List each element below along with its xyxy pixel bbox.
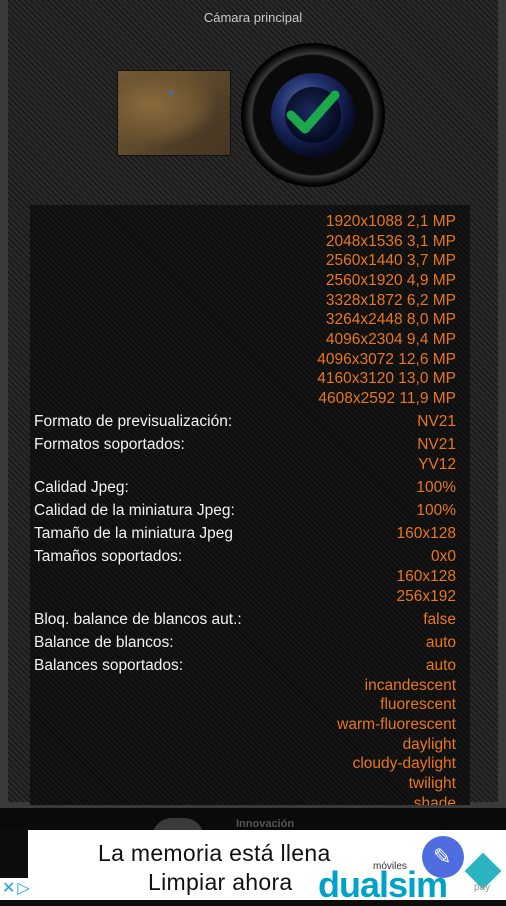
adchoices-play-icon[interactable]: ▷ [15,880,29,897]
thumb-quality-row: Calidad de la miniatura Jpeg: 100% [30,502,470,522]
supported-formats-row: YV12 [30,456,470,476]
resolution-row: 3328x1872 6,2 MP [30,292,470,312]
supported-wb-value: daylight [402,736,456,753]
resolution-row: 4608x2592 11,9 MP [30,390,470,410]
resolution-value: 4160x3120 13,0 MP [317,370,456,387]
preview-format-value: NV21 [417,413,456,430]
supported-size-value: 256x192 [396,588,456,605]
resolution-value: 2560x1920 4,9 MP [325,272,456,289]
supported-wb-row: warm-fluorescent [30,716,470,736]
resolution-value: 4096x2304 9,4 MP [325,331,456,348]
supported-wb-value: twilight [408,775,456,792]
thumb-size-label: Tamaño de la miniatura Jpeg [34,525,234,542]
resolution-row: 3264x2448 8,0 MP [30,311,470,331]
resolution-row: 4160x3120 13,0 MP [30,370,470,390]
camera-lens-check-icon[interactable] [243,45,383,185]
supported-formats-label: Formatos soportados: [34,436,185,453]
supported-wb-row: fluorescent [30,696,470,716]
resolution-value: 1920x1088 2,1 MP [325,213,456,230]
resolution-value: 2560x1440 3,7 MP [325,252,456,269]
supported-wb-value: shade [413,795,456,805]
supported-wb-value: incandescent [364,677,456,694]
supported-wb-row: cloudy-daylight [30,755,470,775]
resolution-row: 2560x1920 4,9 MP [30,272,470,292]
thumb-quality-label: Calidad de la miniatura Jpeg: [34,502,235,519]
preview-format-row: Formato de previsualización: NV21 [30,413,470,433]
cleaner-brush-icon[interactable]: ✎ [422,836,464,878]
resolution-row: 1920x1088 2,1 MP [30,213,470,233]
supported-size-value: 0x0 [431,548,456,565]
supported-wb-row: daylight [30,736,470,756]
supported-wb-value: fluorescent [380,696,456,713]
supported-sizes-row: 256x192 [30,588,470,608]
brush-glyph-icon: ✎ [433,844,452,869]
supported-wb-label: Balances soportados: [34,657,184,674]
resolution-row: 2048x1536 3,1 MP [30,233,470,253]
thumb-quality-value: 100% [416,502,456,519]
awb-lock-value: false [423,611,456,628]
supported-wb-value: cloudy-daylight [352,755,456,772]
supported-wb-row: Balances soportados: auto [30,657,470,677]
resolution-row: 4096x3072 12,6 MP [30,351,470,371]
jpeg-quality-value: 100% [416,479,456,496]
resolution-row: 2560x1440 3,7 MP [30,252,470,272]
camera-properties-panel[interactable]: 1920x1088 2,1 MP 2048x1536 3,1 MP 2560x1… [30,205,470,805]
check-icon [286,90,340,134]
supported-wb-row: incandescent [30,677,470,697]
close-x-icon[interactable]: ✕ [0,880,15,897]
supported-formats-row: Formatos soportados: NV21 [30,436,470,456]
page-title: Cámara principal [203,10,303,25]
supported-wb-value: auto [425,657,456,674]
supported-format-value: NV21 [417,436,456,453]
supported-format-value: YV12 [418,456,456,473]
preview-format-label: Formato de previsualización: [34,413,233,430]
jpeg-quality-label: Calidad Jpeg: [34,479,129,496]
white-balance-row: Balance de blancos: auto [30,634,470,654]
supported-sizes-label: Tamaños soportados: [34,548,183,565]
resolution-value: 4096x3072 12,6 MP [317,351,456,368]
resolution-value: 3264x2448 8,0 MP [325,311,456,328]
ad-pay-text: pay [474,882,491,893]
bottom-brand-strip: Innovación [0,808,506,838]
ad-line-1[interactable]: La memoria está llena [98,840,331,867]
supported-wb-value: warm-fluorescent [337,716,456,733]
resolution-value: 3328x1872 6,2 MP [325,292,456,309]
supported-size-value: 160x128 [396,568,456,585]
resolution-value: 4608x2592 11,9 MP [318,390,456,407]
thumb-size-value: 160x128 [396,525,456,542]
white-balance-value: auto [425,634,456,651]
thumb-size-row: Tamaño de la miniatura Jpeg 160x128 [30,525,470,545]
supported-sizes-row: Tamaños soportados: 0x0 [30,548,470,568]
camera-preview-thumbnail [117,70,231,156]
ad-line-2[interactable]: Limpiar ahora [148,869,293,896]
supported-wb-row: shade [30,795,470,805]
awb-lock-label: Bloq. balance de blancos aut.: [34,611,242,628]
adchoices-icon[interactable]: ✕ ▷ [0,878,44,900]
supported-wb-row: twilight [30,775,470,795]
awb-lock-row: Bloq. balance de blancos aut.: false [30,611,470,631]
focus-dot [169,91,173,95]
resolution-value: 2048x1536 3,1 MP [325,233,456,250]
ad-banner[interactable]: La memoria está llena Limpiar ahora móvi… [28,830,506,905]
supported-sizes-row: 160x128 [30,568,470,588]
white-balance-label: Balance de blancos: [34,634,174,651]
jpeg-quality-row: Calidad Jpeg: 100% [30,479,470,499]
brand-text: Innovación [236,818,295,830]
resolution-row: 4096x2304 9,4 MP [30,331,470,351]
